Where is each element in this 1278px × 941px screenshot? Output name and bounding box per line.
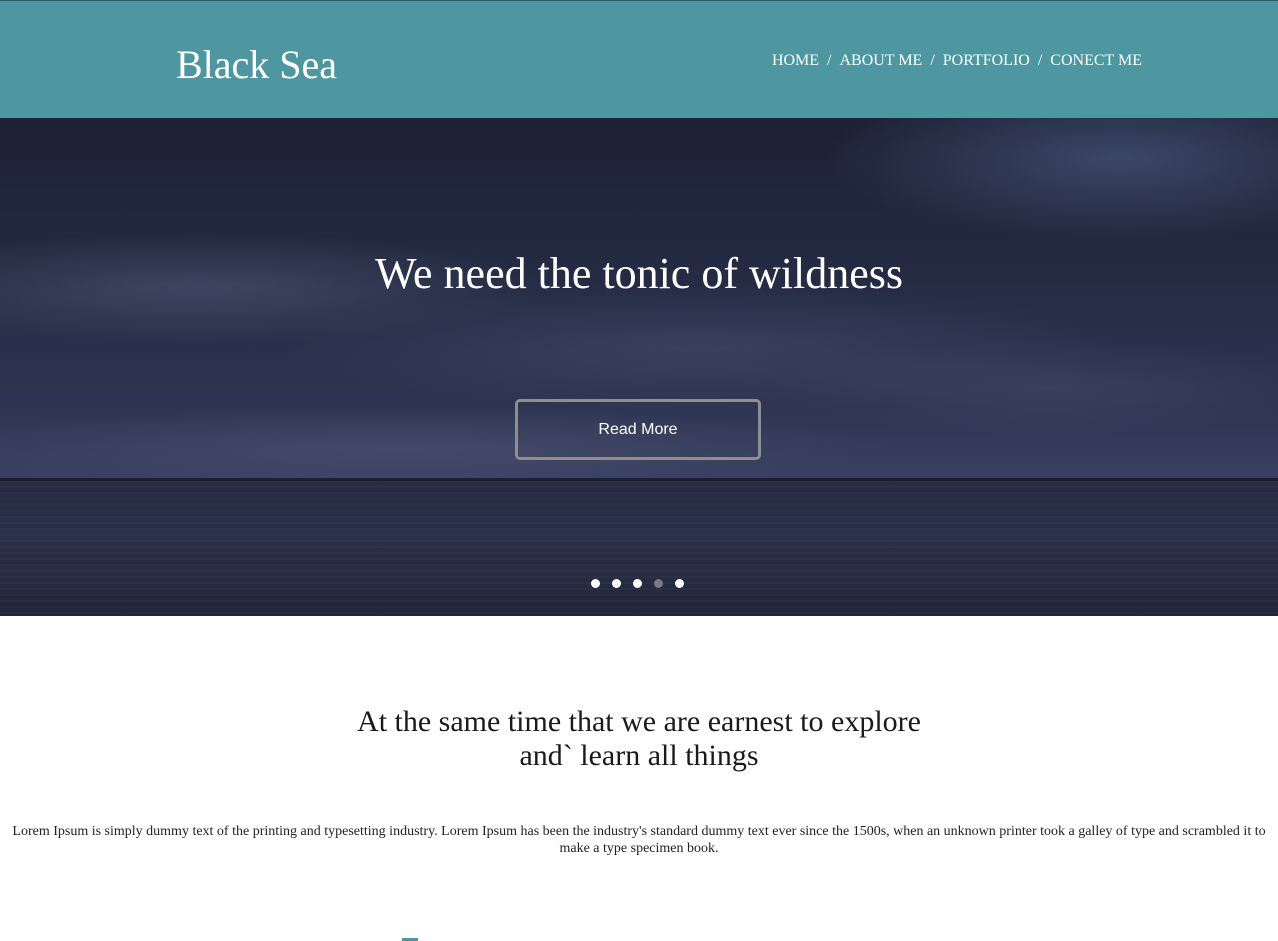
site-header: Black Sea HOME / ABOUT ME / PORTFOLIO / …	[0, 0, 1278, 118]
slider-dot-1[interactable]	[591, 579, 600, 588]
nav-separator: /	[930, 52, 935, 69]
hero-title: We need the tonic of wildness	[375, 249, 903, 298]
intro-title-line-2: and` learn all things	[519, 739, 759, 772]
intro-title-line-1: At the same time that we are earnest to …	[357, 705, 921, 738]
slider-dot-4-active[interactable]	[654, 579, 663, 588]
nav-item-about-me[interactable]: ABOUT ME	[840, 51, 923, 71]
nav-separator: /	[827, 52, 832, 69]
slider-dot-2[interactable]	[612, 579, 621, 588]
slider-dot-5[interactable]	[675, 579, 684, 588]
hero-background-sea	[0, 480, 1278, 616]
hero-slider: We need the tonic of wildness Read More	[0, 118, 1278, 616]
hero-horizon	[0, 478, 1278, 481]
slider-dot-3[interactable]	[633, 579, 642, 588]
nav-item-home[interactable]: HOME	[772, 51, 819, 71]
slider-pagination	[591, 579, 684, 588]
nav-item-portfolio[interactable]: PORTFOLIO	[943, 51, 1030, 71]
site-logo[interactable]: Black Sea	[176, 41, 337, 89]
read-more-button[interactable]: Read More	[515, 399, 761, 460]
main-nav: HOME / ABOUT ME / PORTFOLIO / CONECT ME	[772, 51, 1142, 71]
intro-title: At the same time that we are earnest to …	[0, 705, 1278, 773]
intro-body-text: Lorem Ipsum is simply dummy text of the …	[12, 824, 1266, 856]
nav-item-connect-me[interactable]: CONECT ME	[1050, 51, 1142, 71]
nav-separator: /	[1037, 52, 1043, 69]
